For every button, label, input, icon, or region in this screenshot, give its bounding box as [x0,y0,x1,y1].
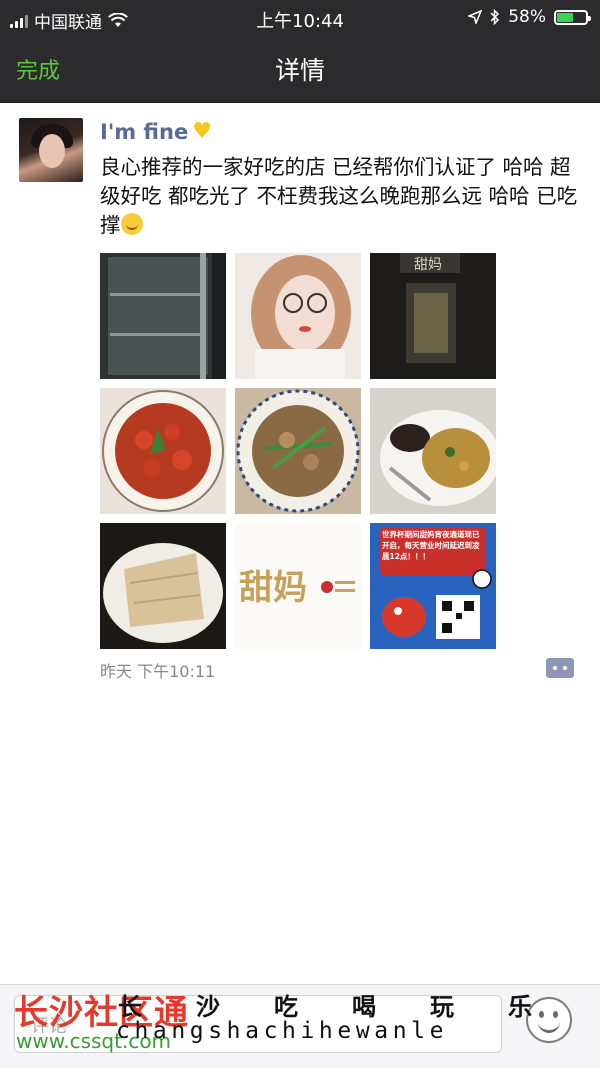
photo-selfie-glasses[interactable] [235,253,361,379]
post-text: 良心推荐的一家好吃的店 已经帮你们认证了 哈哈 超级好吃 都吃光了 不枉费我这么… [100,155,578,237]
status-bar: 中国联通 上午10:44 58% [0,0,600,36]
slogan-char: 喝 [352,993,376,1021]
slogan-char: 长 [118,993,142,1021]
post-timestamp: 昨天 下午10:11 [100,662,216,681]
svg-text:甜妈: 甜妈 [239,568,307,608]
battery-icon [554,9,591,25]
yellow-heart-icon: ♥ [192,119,212,144]
comment-more-icon[interactable] [546,658,574,678]
photo-crepe-dessert[interactable] [100,523,226,649]
photo-grid: 甜妈 甜妈 世界杯期间甜妈宵夜通道现已开启，每天营业时间延迟到凌晨12点！！！ [100,253,496,649]
location-arrow-icon [468,10,483,24]
avatar[interactable] [19,118,83,182]
slogan-char: 玩 [430,993,454,1021]
smile-emoji-icon [120,213,143,235]
watermark-slogan: 长 沙 吃 喝 玩 乐 [118,987,532,1022]
photo-display-case[interactable] [100,253,226,379]
username-link[interactable]: I'm fine ♥ [100,120,212,144]
photo-tianma-logo[interactable]: 甜妈 [235,523,361,649]
username-label: I'm fine [100,120,189,144]
bluetooth-icon [490,9,500,25]
nav-bar: 完成 详情 [0,36,600,103]
slogan-char: 乐 [508,993,532,1021]
svg-text:甜妈: 甜妈 [414,257,442,273]
photo-crayfish-dish[interactable] [100,388,226,514]
slogan-char: 沙 [196,993,220,1021]
page-title: 详情 [274,56,325,85]
emoji-button[interactable] [526,997,572,1043]
slogan-char: 吃 [274,993,298,1021]
photo-world-cup-poster[interactable]: 世界杯期间甜妈宵夜通道现已开启，每天营业时间延迟到凌晨12点！！！ [370,523,496,649]
photo-restaurant-entrance[interactable]: 甜妈 [370,253,496,379]
battery-percent: 58% [508,7,546,27]
photo-fried-rice-plate[interactable] [370,388,496,514]
watermark-pinyin: changshachihewanle [116,1018,449,1044]
photo-stir-fry-dish[interactable] [235,388,361,514]
